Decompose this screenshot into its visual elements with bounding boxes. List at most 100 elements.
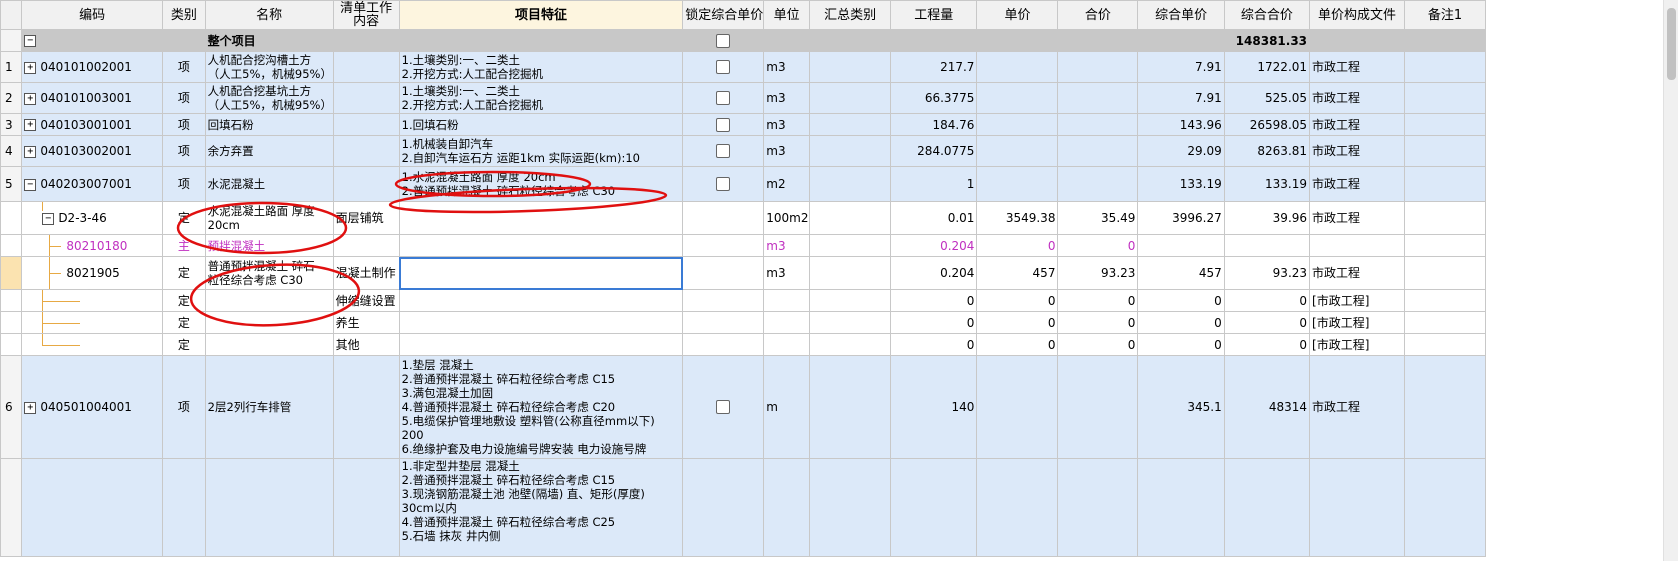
file-cell[interactable]: 市政工程 — [1309, 355, 1405, 459]
comp-total-cell[interactable]: 1722.01 — [1223, 51, 1311, 83]
amount-cell[interactable]: 35.49 — [1057, 201, 1139, 235]
lock-price-checkbox[interactable] — [716, 117, 731, 132]
row-number[interactable] — [0, 311, 23, 334]
content-cell[interactable] — [332, 166, 400, 202]
price-cell[interactable] — [976, 355, 1059, 459]
lock-cell[interactable] — [682, 51, 765, 83]
summary-type-cell[interactable] — [809, 234, 892, 257]
lock-price-checkbox[interactable] — [716, 177, 731, 192]
comp-total-cell[interactable] — [1223, 234, 1311, 257]
name-cell[interactable] — [204, 289, 334, 312]
summary-type-cell[interactable] — [809, 458, 892, 557]
comp-total-cell[interactable]: 525.05 — [1223, 82, 1311, 114]
remark-cell[interactable] — [1403, 355, 1487, 459]
content-cell[interactable] — [332, 51, 400, 83]
expand-toggle-icon[interactable]: − — [24, 178, 37, 191]
price-cell[interactable] — [976, 51, 1059, 83]
features-cell[interactable] — [398, 311, 684, 334]
remark-cell[interactable] — [1403, 256, 1487, 290]
comp-unit-cell[interactable]: 0 — [1137, 289, 1225, 312]
price-cell[interactable]: 0 — [976, 289, 1059, 312]
qty-cell[interactable]: 66.3775 — [890, 82, 978, 114]
amount-cell[interactable] — [1057, 113, 1139, 136]
summary-type-cell[interactable] — [809, 29, 892, 52]
content-cell[interactable] — [332, 82, 400, 114]
content-cell[interactable] — [332, 135, 400, 167]
row-number[interactable] — [0, 234, 23, 257]
sub-table-row[interactable]: 8021905 定普通预拌混凝土 碎石 粒径综合考虑 C30 混凝土制作 m3 0.204… — [0, 256, 1487, 290]
code-cell[interactable] — [21, 311, 164, 334]
comp-unit-cell[interactable]: 457 — [1137, 256, 1225, 290]
unit-cell[interactable]: 100m2 — [763, 201, 811, 235]
summary-type-cell[interactable] — [809, 311, 892, 334]
type-cell[interactable]: 项 — [162, 82, 206, 114]
remark-cell[interactable] — [1403, 82, 1487, 114]
qty-cell[interactable]: 184.76 — [890, 113, 978, 136]
name-cell[interactable]: 水泥混凝土 — [204, 166, 334, 202]
code-cell[interactable] — [21, 458, 164, 557]
content-cell[interactable]: 面层铺筑 — [332, 201, 400, 235]
code-cell[interactable]: −040203007001 — [21, 166, 164, 202]
code-cell[interactable] — [21, 289, 164, 312]
remark-cell[interactable] — [1403, 166, 1487, 202]
table-row[interactable]: 4 +040103002001 项余方弃置 1.机械装自卸汽车 2.自卸汽车运石方 运距… — [0, 135, 1487, 167]
features-cell[interactable] — [398, 234, 684, 257]
name-cell[interactable] — [204, 311, 334, 334]
features-cell[interactable]: 1.非定型井垫层 混凝土 2.普通预拌混凝土 碎石粒径综合考虑 C15 3.现浇钢筋… — [398, 458, 684, 557]
table-row[interactable]: 2 +040101003001 项人机配合挖基坑土方 （人工5%，机械95%） 1.土壤… — [0, 82, 1487, 114]
expand-toggle-icon[interactable]: + — [24, 119, 37, 131]
name-cell[interactable]: 余方弃置 — [204, 135, 334, 167]
amount-cell[interactable]: 0 — [1057, 311, 1139, 334]
features-cell[interactable]: 1.回填石粉 — [398, 113, 684, 136]
row-number[interactable] — [0, 201, 23, 235]
summary-type-cell[interactable] — [809, 82, 892, 114]
code-cell[interactable]: +040103001001 — [21, 113, 164, 136]
file-cell[interactable]: 市政工程 — [1309, 201, 1405, 235]
unit-cell[interactable] — [763, 289, 811, 312]
lock-cell[interactable] — [682, 166, 765, 202]
type-cell[interactable]: 项 — [162, 135, 206, 167]
unit-cell[interactable]: m3 — [763, 113, 811, 136]
comp-unit-cell[interactable]: 0 — [1137, 311, 1225, 334]
file-cell[interactable]: 市政工程 — [1309, 135, 1405, 167]
scrollbar-thumb[interactable] — [1667, 8, 1676, 80]
features-cell[interactable]: 1.水泥混凝土路面 厚度 20cm 2.普通预拌混凝土 碎石粒径综合考虑 C30 — [398, 166, 684, 202]
unit-cell[interactable] — [763, 311, 811, 334]
header-work-content[interactable]: 清单工作内容 — [332, 0, 400, 30]
amount-cell[interactable]: 0 — [1057, 289, 1139, 312]
content-cell[interactable]: 混凝土制作 — [332, 256, 400, 290]
header-name[interactable]: 名称 — [204, 0, 334, 30]
lock-cell[interactable] — [682, 135, 765, 167]
price-cell[interactable] — [976, 458, 1059, 557]
header-unit[interactable]: 单位 — [763, 0, 811, 30]
expand-toggle-icon[interactable]: + — [24, 61, 37, 74]
amount-cell[interactable] — [1057, 82, 1139, 114]
project-total[interactable]: 148381.33 — [1223, 29, 1311, 52]
amount-cell[interactable]: 93.23 — [1057, 256, 1139, 290]
features-cell[interactable] — [398, 289, 684, 312]
amount-cell[interactable] — [1057, 166, 1139, 202]
table-row[interactable]: 5−040203007001 项水泥混凝土 1.水泥混凝土路面 厚度 20cm 2.普… — [0, 166, 1487, 202]
type-cell[interactable]: 定 — [162, 201, 206, 235]
header-amount[interactable]: 合价 — [1057, 0, 1139, 30]
lock-cell[interactable] — [682, 311, 765, 334]
amount-cell[interactable]: 0 — [1057, 234, 1139, 257]
summary-row[interactable]: − 整个项目 148381.33 — [0, 29, 1487, 52]
table-row[interactable]: 1.非定型井垫层 混凝土 2.普通预拌混凝土 碎石粒径综合考虑 C15 3.现浇钢筋… — [0, 458, 1487, 557]
header-comp-total[interactable]: 综合合价 — [1223, 0, 1311, 30]
qty-cell[interactable] — [890, 458, 978, 557]
code-cell[interactable]: − D2-3-46 — [21, 201, 164, 235]
comp-unit-cell[interactable]: 3996.27 — [1137, 201, 1225, 235]
lock-price-checkbox[interactable] — [716, 91, 731, 106]
comp-total-cell[interactable]: 93.23 — [1223, 256, 1311, 290]
sub-table-row[interactable]: 定其他 0 0 0 0 0 [市政工程] — [0, 333, 1487, 356]
code-cell[interactable]: 80210180 — [21, 234, 164, 257]
amount-cell[interactable] — [1057, 135, 1139, 167]
type-cell[interactable]: 主 — [162, 234, 206, 257]
summary-type-cell[interactable] — [809, 135, 892, 167]
lock-cell[interactable] — [682, 201, 765, 235]
sub-table-row[interactable]: 定伸缩缝设置 0 0 0 0 0 [市政工程] — [0, 289, 1487, 312]
name-cell[interactable]: 回填石粉 — [204, 113, 334, 136]
file-cell[interactable]: [市政工程] — [1309, 311, 1405, 334]
price-cell[interactable] — [976, 29, 1059, 52]
